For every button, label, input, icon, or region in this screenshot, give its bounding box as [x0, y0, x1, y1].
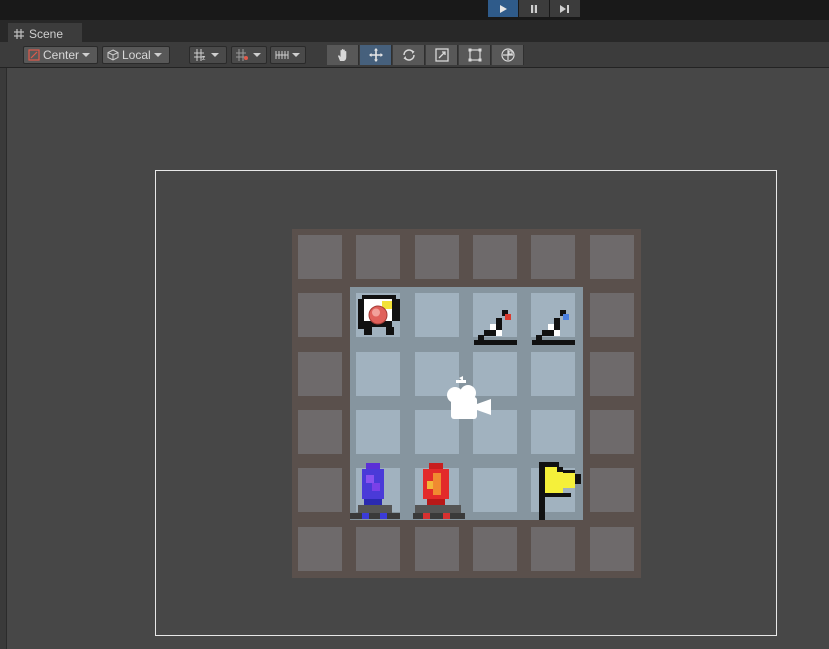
play-button[interactable] — [488, 0, 518, 17]
tab-row: Scene — [0, 20, 829, 42]
grid-snap-dropdown[interactable]: z — [189, 46, 227, 64]
chevron-down-icon — [253, 53, 261, 57]
pause-icon — [531, 4, 537, 13]
grid-hash-icon — [14, 28, 24, 39]
floor-tile[interactable] — [473, 468, 517, 512]
rect-transform-icon — [468, 48, 481, 62]
floor-tile[interactable] — [356, 352, 400, 396]
pause-button[interactable] — [519, 0, 549, 17]
pivot-mode-label: Center — [43, 48, 80, 62]
wall-tile[interactable] — [590, 527, 634, 571]
hand-tool[interactable] — [327, 45, 359, 65]
floor-tile[interactable] — [531, 410, 575, 454]
left-panel-edge[interactable] — [0, 68, 7, 649]
camera-gizmo-icon[interactable] — [441, 375, 493, 423]
ruler-icon — [275, 51, 289, 59]
floor-tile[interactable] — [415, 293, 459, 337]
svg-text:z: z — [202, 55, 206, 61]
move-tool[interactable] — [360, 45, 392, 65]
snap-increment-icon — [236, 49, 248, 61]
wall-tile[interactable] — [473, 527, 517, 571]
wall-tile[interactable] — [298, 527, 342, 571]
wall-tile[interactable] — [590, 468, 634, 512]
ruler-dropdown[interactable] — [270, 46, 306, 64]
tab-scene[interactable]: Scene — [8, 23, 82, 42]
rotate-icon — [402, 49, 415, 61]
chevron-down-icon — [292, 53, 300, 57]
pivot-center-icon — [28, 49, 40, 61]
transform-icon — [500, 48, 515, 62]
wall-tile[interactable] — [298, 468, 342, 512]
wall-tile[interactable] — [590, 410, 634, 454]
hand-icon — [337, 49, 346, 61]
chevron-down-icon — [82, 53, 91, 57]
floor-tile[interactable] — [531, 352, 575, 396]
step-icon — [560, 4, 569, 13]
transform-tool[interactable] — [492, 45, 524, 65]
scene-toolbar: Center Local z — [0, 42, 829, 68]
tab-label: Scene — [29, 26, 64, 41]
play-controls — [488, 0, 581, 17]
blue-crystal-icon[interactable] — [350, 461, 402, 521]
wall-tile[interactable] — [415, 235, 459, 279]
wall-tile[interactable] — [356, 235, 400, 279]
yellow-flag-icon[interactable] — [537, 460, 585, 522]
step-button[interactable] — [550, 0, 580, 17]
wall-tile[interactable] — [590, 293, 634, 337]
top-bar — [0, 0, 829, 20]
scale-icon — [434, 48, 449, 62]
red-crystal-icon[interactable] — [413, 461, 467, 521]
wall-tile[interactable] — [298, 235, 342, 279]
pivot-rotation-dropdown[interactable]: Local — [102, 46, 170, 64]
cube-icon — [107, 49, 119, 61]
wall-tile[interactable] — [590, 352, 634, 396]
scale-tool[interactable] — [426, 45, 458, 65]
wall-tile[interactable] — [415, 527, 459, 571]
move-icon — [368, 48, 383, 62]
rect-tool[interactable] — [459, 45, 491, 65]
pivot-rotation-label: Local — [122, 48, 151, 62]
chevron-down-icon — [211, 53, 219, 57]
play-icon — [500, 4, 507, 13]
chevron-down-icon — [153, 53, 162, 57]
wall-tile[interactable] — [298, 293, 342, 337]
floor-tile[interactable] — [356, 410, 400, 454]
wall-tile[interactable] — [590, 235, 634, 279]
wall-tile[interactable] — [298, 410, 342, 454]
red-ramp-icon[interactable] — [474, 308, 518, 346]
wall-tile[interactable] — [531, 527, 575, 571]
wall-tile[interactable] — [356, 527, 400, 571]
grid-snap-icon: z — [194, 49, 206, 61]
player-sprite-icon[interactable] — [356, 293, 402, 339]
wall-tile[interactable] — [473, 235, 517, 279]
wall-tile[interactable] — [298, 352, 342, 396]
blue-ramp-icon[interactable] — [532, 308, 576, 346]
wall-tile[interactable] — [531, 235, 575, 279]
pivot-mode-dropdown[interactable]: Center — [23, 46, 98, 64]
increment-snap-dropdown[interactable] — [231, 46, 267, 64]
rotate-tool[interactable] — [393, 45, 425, 65]
